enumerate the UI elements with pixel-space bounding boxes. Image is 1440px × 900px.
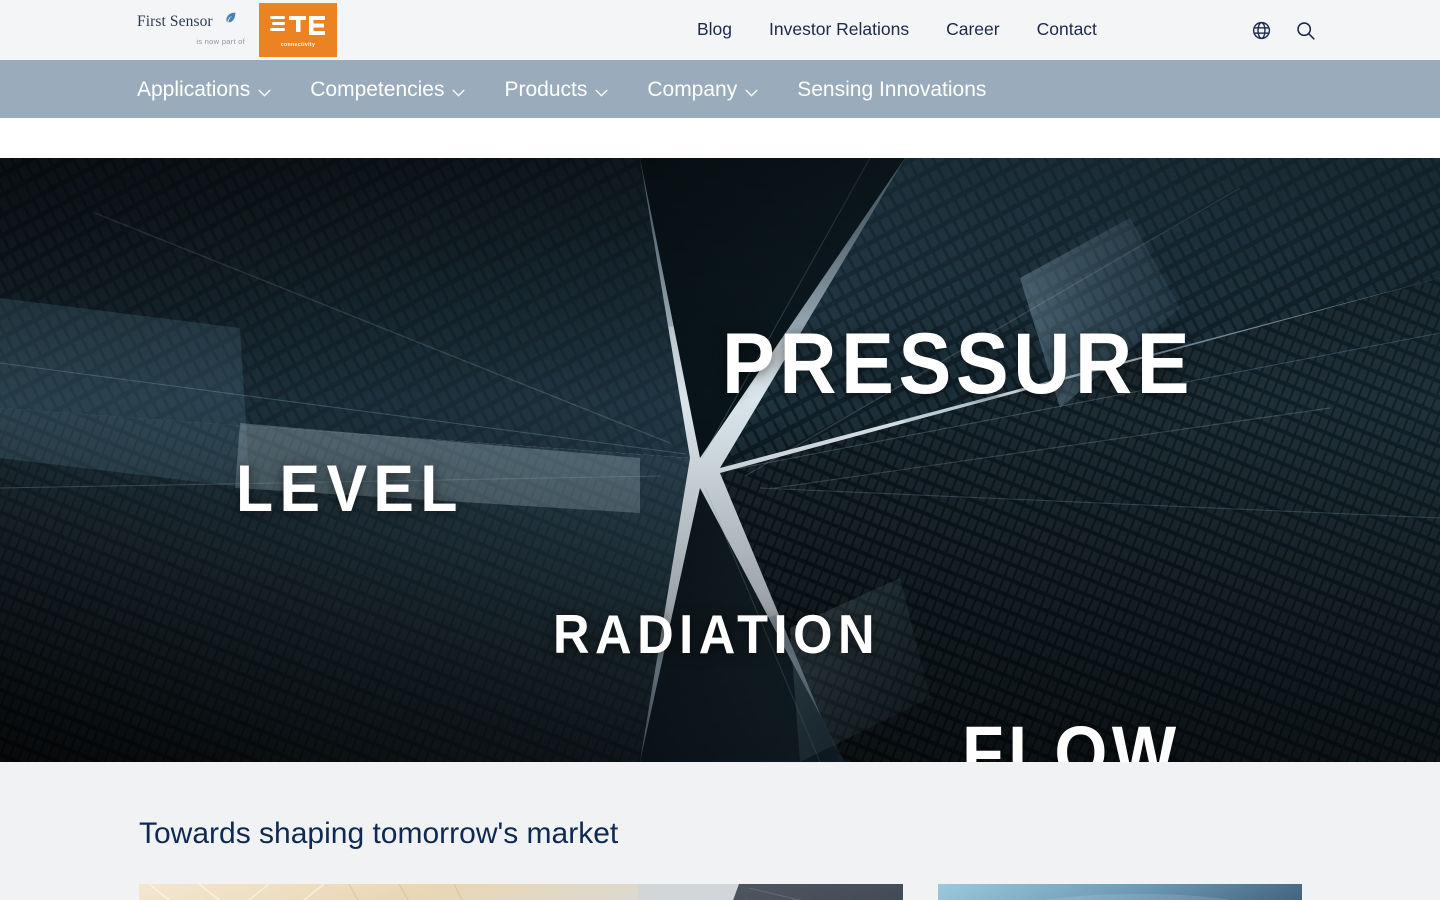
te-connectivity-logo[interactable]: connectivity [259,3,337,57]
hero-word-level: LEVEL [236,451,464,525]
brand-logo-group[interactable]: First Sensor is now part of connectivity [137,0,337,60]
globe-icon[interactable] [1249,18,1273,42]
utility-link-investor-relations[interactable]: Investor Relations [769,21,909,39]
utility-link-contact[interactable]: Contact [1037,21,1097,39]
card-row [0,884,1440,900]
utility-icon-group [1249,0,1317,60]
card-left-image [139,884,903,900]
nav-separator [0,118,1440,158]
content-card-left[interactable] [139,884,903,900]
te-wordmark-icon [270,13,326,40]
content-card-right[interactable] [938,884,1302,900]
top-header: First Sensor is now part of connectivity [0,0,1440,60]
utility-link-career[interactable]: Career [946,21,1000,39]
utility-nav: Blog Investor Relations Career Contact [697,0,1097,60]
chevron-down-icon [745,80,758,101]
hero-word-radiation: RADIATION [553,603,881,665]
nav-label-applications: Applications [137,77,251,101]
leaf-swoosh-icon [224,11,237,24]
nav-label-sensing-innovations: Sensing Innovations [797,77,987,101]
first-sensor-logo[interactable]: First Sensor is now part of [137,8,245,52]
nav-label-company: Company [647,77,738,101]
main-navigation: Applications Competencies Products Compa… [0,60,1440,118]
chevron-down-icon [595,80,608,101]
utility-link-blog[interactable]: Blog [697,21,732,39]
chevron-down-icon [452,80,465,101]
hero-word-flow: FLOW [962,711,1181,762]
first-sensor-tagline: is now part of [196,37,245,46]
nav-item-competencies[interactable]: Competencies [310,77,465,101]
page-title: Towards shaping tomorrow's market [139,817,619,850]
card-right-image [938,884,1302,900]
nav-item-products[interactable]: Products [504,77,608,101]
nav-label-competencies: Competencies [310,77,445,101]
hero-banner[interactable]: PRESSURE LEVEL RADIATION FLOW LIGHT ACCE… [0,158,1440,762]
nav-item-sensing-innovations[interactable]: Sensing Innovations [797,79,986,100]
hero-word-pressure: PRESSURE [722,316,1195,412]
nav-label-products: Products [504,77,588,101]
chevron-down-icon [258,80,271,101]
nav-item-company[interactable]: Company [647,77,758,101]
nav-item-applications[interactable]: Applications [137,77,271,101]
search-icon[interactable] [1293,18,1317,42]
te-tagline: connectivity [280,41,316,48]
hero-background-image [0,158,1440,762]
content-section: Towards shaping tomorrow's market [0,762,1440,900]
first-sensor-wordmark: First Sensor [137,13,213,30]
